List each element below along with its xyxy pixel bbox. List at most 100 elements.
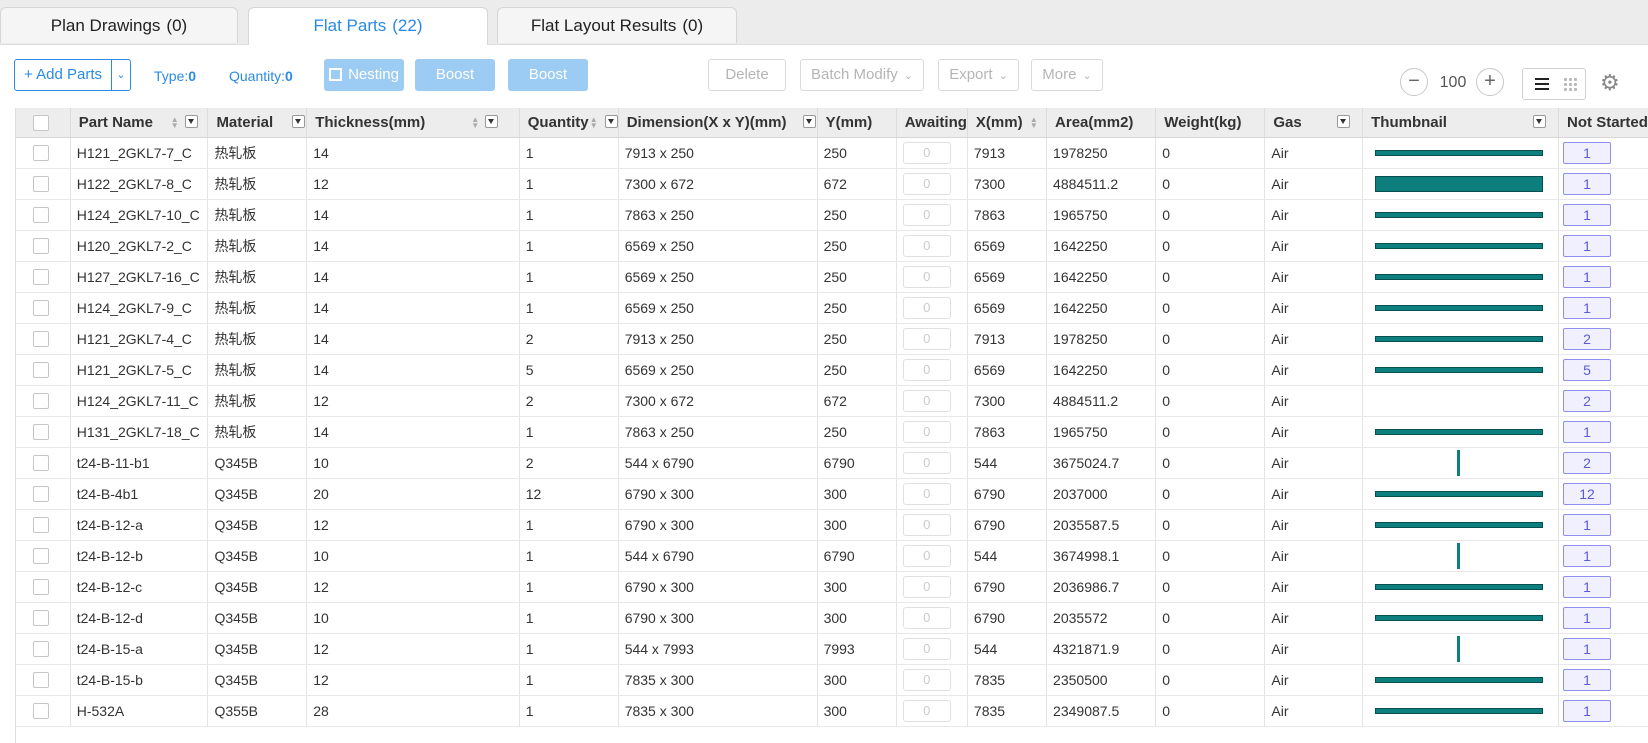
not-started-count[interactable]: 1 xyxy=(1563,699,1612,722)
row-checkbox[interactable] xyxy=(33,362,49,379)
header-weight[interactable]: Weight(kg) xyxy=(1155,108,1266,138)
cell-select[interactable] xyxy=(16,540,71,572)
not-started-count[interactable]: 1 xyxy=(1563,203,1612,226)
table-row[interactable]: H131_2GKL7-18_C 热轧板 14 1 7863 x 250 250 0 7863 1… xyxy=(16,416,1648,448)
add-parts-dropdown-button[interactable]: ⌄ xyxy=(111,59,131,91)
awaiting-input[interactable]: 0 xyxy=(902,265,951,288)
header-not-started[interactable]: Not Started xyxy=(1558,108,1648,138)
not-started-count[interactable]: 1 xyxy=(1563,296,1612,319)
row-checkbox[interactable] xyxy=(33,641,49,658)
row-checkbox[interactable] xyxy=(33,424,49,441)
cell-select[interactable] xyxy=(16,478,71,510)
awaiting-input[interactable]: 0 xyxy=(902,358,951,381)
cell-select[interactable] xyxy=(16,416,71,448)
table-row[interactable]: H121_2GKL7-4_C 热轧板 14 2 7913 x 250 250 0 7913 19… xyxy=(16,323,1648,355)
more-button[interactable]: More ⌄ xyxy=(1031,59,1103,91)
row-checkbox[interactable] xyxy=(33,331,49,348)
zoom-out-button[interactable]: − xyxy=(1400,68,1428,96)
table-row[interactable]: H124_2GKL7-10_C 热轧板 14 1 7863 x 250 250 0 7863 1… xyxy=(16,199,1648,231)
tab-flat-parts[interactable]: Flat Parts (22) xyxy=(248,7,488,45)
table-row[interactable]: H-532A Q355B 28 1 7835 x 300 300 0 7835 2349087.… xyxy=(16,695,1648,727)
cell-select[interactable] xyxy=(16,664,71,696)
not-started-count[interactable]: 1 xyxy=(1563,606,1612,629)
add-parts-button[interactable]: + Add Parts xyxy=(14,59,112,91)
not-started-count[interactable]: 1 xyxy=(1563,172,1612,195)
row-checkbox[interactable] xyxy=(33,269,49,286)
header-part-name[interactable]: Part Name ▲ ▼ xyxy=(70,108,209,138)
header-area[interactable]: Area(mm2) xyxy=(1046,108,1157,138)
tab-plan-drawings[interactable]: Plan Drawings (0) xyxy=(0,7,238,43)
cell-select[interactable] xyxy=(16,199,71,231)
cell-select[interactable] xyxy=(16,509,71,541)
select-all-checkbox[interactable] xyxy=(33,114,49,131)
not-started-count[interactable]: 1 xyxy=(1563,265,1612,288)
cell-select[interactable] xyxy=(16,323,71,355)
sort-icon[interactable]: ▲ ▼ xyxy=(471,116,479,130)
row-checkbox[interactable] xyxy=(33,610,49,627)
cell-select[interactable] xyxy=(16,168,71,200)
cell-select[interactable] xyxy=(16,137,71,169)
awaiting-input[interactable]: 0 xyxy=(902,203,951,226)
table-row[interactable]: t24-B-15-b Q345B 12 1 7835 x 300 300 0 7835 2350… xyxy=(16,664,1648,696)
awaiting-input[interactable]: 0 xyxy=(902,513,951,536)
not-started-count[interactable]: 2 xyxy=(1563,389,1612,412)
cell-select[interactable] xyxy=(16,292,71,324)
not-started-count[interactable]: 1 xyxy=(1563,668,1612,691)
row-checkbox[interactable] xyxy=(33,207,49,224)
filter-icon[interactable] xyxy=(604,115,618,128)
table-row[interactable]: t24-B-15-a Q345B 12 1 544 x 7993 7993 0 544 4321… xyxy=(16,633,1648,665)
table-row[interactable]: t24-B-11-b1 Q345B 10 2 544 x 6790 6790 0 544 367… xyxy=(16,447,1648,479)
cell-select[interactable] xyxy=(16,447,71,479)
filter-icon[interactable] xyxy=(802,115,816,128)
sort-icon[interactable]: ▲ ▼ xyxy=(590,116,598,130)
header-x[interactable]: X(mm) ▲ ▼ xyxy=(967,108,1048,138)
table-row[interactable]: H120_2GKL7-2_C 热轧板 14 1 6569 x 250 250 0 6569 16… xyxy=(16,230,1648,262)
cell-select[interactable] xyxy=(16,633,71,665)
header-dimension[interactable]: Dimension(X x Y)(mm) xyxy=(618,108,818,138)
not-started-count[interactable]: 1 xyxy=(1563,234,1612,257)
row-checkbox[interactable] xyxy=(33,672,49,689)
not-started-count[interactable]: 5 xyxy=(1563,358,1612,381)
row-checkbox[interactable] xyxy=(33,455,49,472)
awaiting-input[interactable]: 0 xyxy=(902,544,951,567)
table-row[interactable]: t24-B-12-d Q345B 10 1 6790 x 300 300 0 6790 2035… xyxy=(16,602,1648,634)
header-thumbnail[interactable]: Thumbnail xyxy=(1362,108,1560,138)
row-checkbox[interactable] xyxy=(33,517,49,534)
zoom-in-button[interactable]: + xyxy=(1476,68,1504,96)
cell-select[interactable] xyxy=(16,385,71,417)
awaiting-input[interactable]: 0 xyxy=(902,327,951,350)
awaiting-input[interactable]: 0 xyxy=(902,575,951,598)
row-checkbox[interactable] xyxy=(33,300,49,317)
table-row[interactable]: H121_2GKL7-7_C 热轧板 14 1 7913 x 250 250 0 7913 19… xyxy=(16,137,1648,169)
gear-icon[interactable]: ⚙ xyxy=(1600,70,1620,96)
cell-select[interactable] xyxy=(16,571,71,603)
boost-button-1[interactable]: Boost xyxy=(415,59,495,91)
table-row[interactable]: H122_2GKL7-8_C 热轧板 12 1 7300 x 672 672 0 7300 48… xyxy=(16,168,1648,200)
not-started-count[interactable]: 1 xyxy=(1563,141,1612,164)
not-started-count[interactable]: 1 xyxy=(1563,575,1612,598)
not-started-count[interactable]: 1 xyxy=(1563,637,1612,660)
filter-icon[interactable] xyxy=(1533,115,1547,128)
export-button[interactable]: Export ⌄ xyxy=(938,59,1019,91)
sort-icon[interactable]: ▲ ▼ xyxy=(1030,116,1038,130)
row-checkbox[interactable] xyxy=(33,176,49,193)
not-started-count[interactable]: 1 xyxy=(1563,420,1612,443)
filter-icon[interactable] xyxy=(184,115,198,128)
row-checkbox[interactable] xyxy=(33,238,49,255)
table-row[interactable]: t24-B-12-b Q345B 10 1 544 x 6790 6790 0 544 3674… xyxy=(16,540,1648,572)
awaiting-input[interactable]: 0 xyxy=(902,668,951,691)
header-awaiting[interactable]: Awaiting xyxy=(896,108,968,138)
row-checkbox[interactable] xyxy=(33,486,49,503)
boost-button-2[interactable]: Boost xyxy=(508,59,588,91)
awaiting-input[interactable]: 0 xyxy=(902,699,951,722)
header-select-all[interactable] xyxy=(16,108,71,138)
row-checkbox[interactable] xyxy=(33,393,49,410)
header-gas[interactable]: Gas xyxy=(1264,108,1364,138)
cell-select[interactable] xyxy=(16,261,71,293)
awaiting-input[interactable]: 0 xyxy=(902,420,951,443)
not-started-count[interactable]: 2 xyxy=(1563,327,1612,350)
awaiting-input[interactable]: 0 xyxy=(902,296,951,319)
header-material[interactable]: Material xyxy=(207,108,308,138)
table-row[interactable]: H121_2GKL7-5_C 热轧板 14 5 6569 x 250 250 0 6569 16… xyxy=(16,354,1648,386)
header-quantity[interactable]: Quantity ▲ ▼ xyxy=(519,108,619,138)
